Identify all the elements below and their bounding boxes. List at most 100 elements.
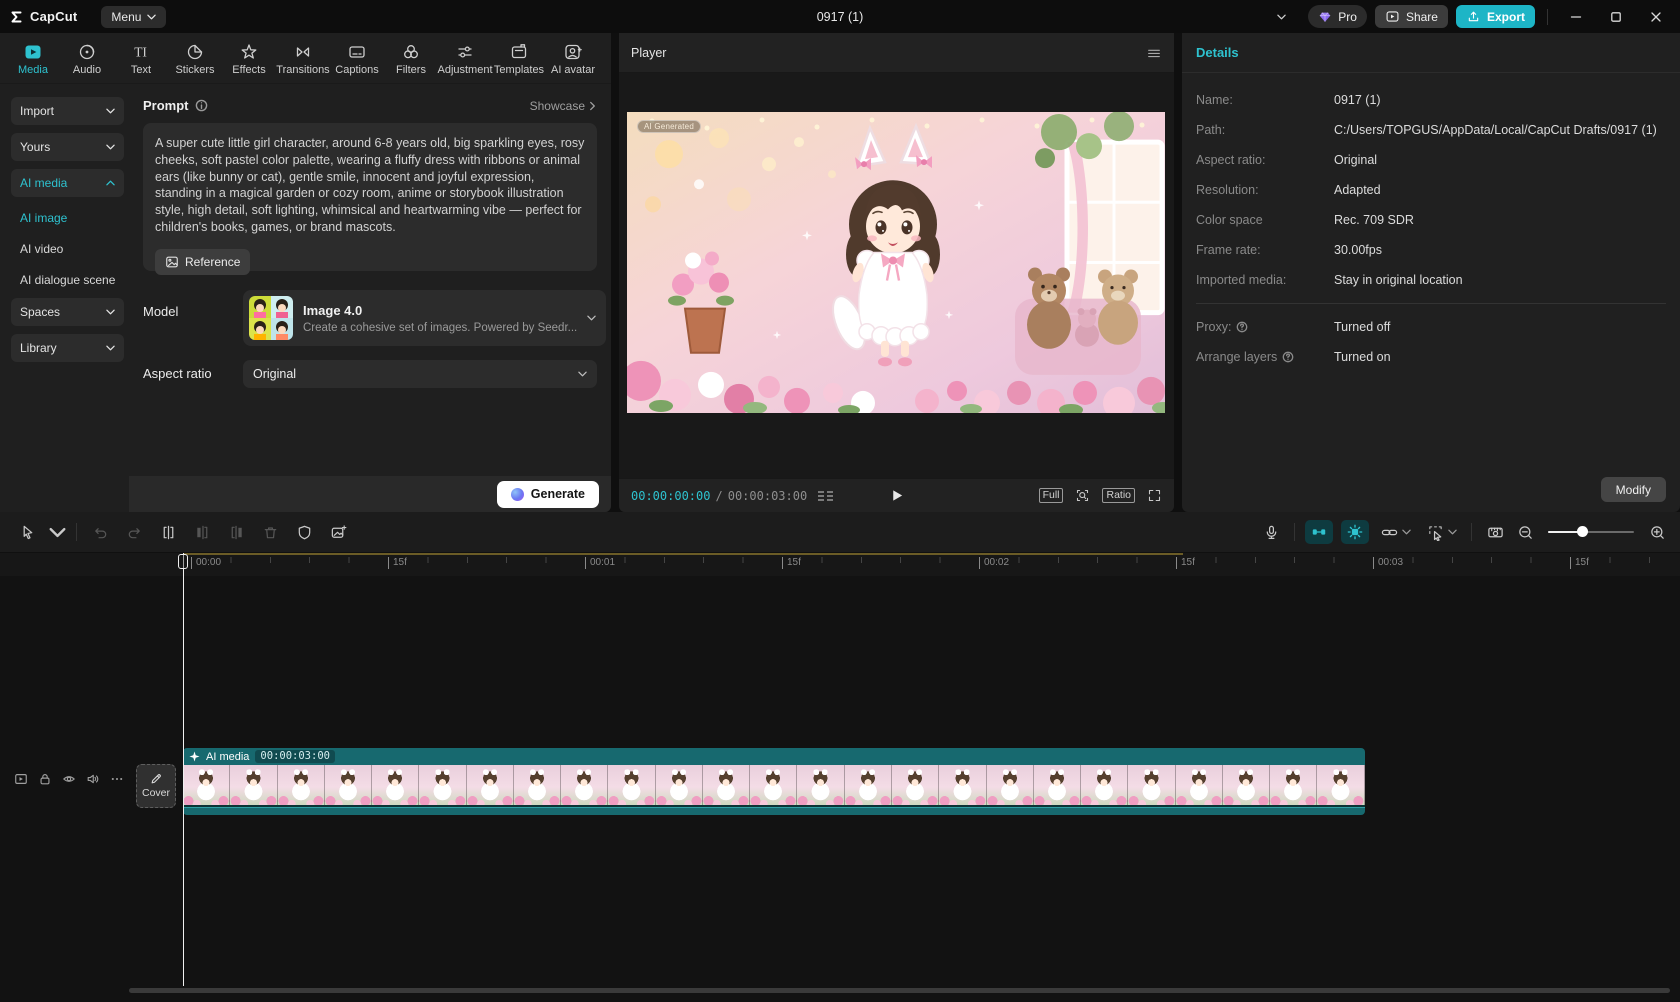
help-icon[interactable] [1236, 321, 1248, 333]
sidebar-item-ai-dialogue-scene[interactable]: AI dialogue scene [11, 267, 124, 292]
export-frame-button[interactable] [321, 524, 355, 541]
play-button[interactable] [889, 488, 904, 503]
workspace-panels: Media Audio TI Text [0, 33, 1680, 512]
cover-label: Cover [142, 787, 170, 799]
sidebar-item-ai-media[interactable]: AI media [11, 169, 124, 197]
clip-thumbnail [1034, 765, 1081, 805]
video-preview: AI Generated [627, 112, 1165, 413]
speaker-icon[interactable] [86, 772, 100, 786]
chevron-up-icon [106, 180, 115, 186]
maximize-button[interactable] [1600, 7, 1632, 27]
zoom-in-button[interactable] [1644, 524, 1670, 541]
sidebar-item-label: Library [20, 341, 57, 355]
tab-effects[interactable]: Effects [222, 40, 276, 76]
magnetic-timeline-toggle[interactable] [1305, 520, 1333, 544]
preview-axis-button[interactable] [1478, 524, 1512, 541]
clip-thumbnail [703, 765, 750, 805]
playhead-handle[interactable] [178, 554, 188, 569]
info-icon[interactable] [195, 99, 208, 112]
share-button[interactable]: Share [1375, 5, 1448, 28]
tab-stickers[interactable]: Stickers [168, 40, 222, 76]
ruler-label: 00:03 [1373, 557, 1403, 569]
sidebar-item-label: Spaces [20, 305, 60, 319]
player-menu-icon[interactable] [1146, 45, 1162, 61]
close-button[interactable] [1640, 7, 1672, 27]
generate-button[interactable]: Generate [497, 481, 599, 508]
auto-preview-toggle[interactable] [1341, 520, 1369, 544]
playhead-line[interactable] [183, 553, 184, 986]
tab-ai-avatar[interactable]: AI avatar [546, 40, 600, 76]
model-select[interactable]: Image 4.0 Create a cohesive set of image… [243, 290, 606, 346]
chevron-right-icon [590, 101, 596, 110]
help-icon[interactable] [1282, 351, 1294, 363]
clip-thumbnail [1081, 765, 1128, 805]
sidebar-item-spaces[interactable]: Spaces [11, 298, 124, 326]
tab-captions[interactable]: Captions [330, 40, 384, 76]
focus-zoom-icon[interactable] [1075, 488, 1090, 503]
ruler-label: 15f [782, 557, 801, 569]
selection-mode-button[interactable] [1427, 524, 1457, 541]
slider-handle[interactable] [1577, 526, 1588, 537]
timeline-ruler[interactable]: 00:00 15f 00:01 15f 00:02 15f 00:03 15f [0, 552, 1680, 576]
detail-row-imported-media: Imported media: Stay in original locatio… [1196, 265, 1666, 295]
link-clips-button[interactable] [1381, 524, 1411, 541]
panel-layout-button[interactable] [1296, 15, 1300, 19]
select-tool-button[interactable] [10, 524, 44, 541]
clip-duration: 00:00:03:00 [255, 750, 335, 763]
pro-button[interactable]: Pro [1308, 5, 1367, 28]
detail-label: Aspect ratio: [1196, 153, 1334, 167]
sidebar-item-ai-video[interactable]: AI video [11, 236, 124, 261]
tab-filters[interactable]: Filters [384, 40, 438, 76]
timeline-zoom-slider[interactable] [1548, 526, 1634, 538]
sidebar-item-ai-image[interactable]: AI image [11, 205, 124, 230]
menu-button[interactable]: Menu [101, 6, 166, 28]
generate-bar: Generate [129, 476, 611, 512]
ai-media-clip[interactable]: AI media 00:00:03:00 [183, 748, 1365, 815]
lock-icon[interactable] [38, 772, 52, 786]
ratio-button[interactable]: Ratio [1102, 488, 1135, 503]
tab-media[interactable]: Media [6, 40, 60, 76]
timeline-scrollbar[interactable] [129, 988, 1670, 993]
tab-transitions[interactable]: Transitions [276, 40, 330, 76]
cover-button[interactable]: Cover [136, 764, 176, 808]
fullscreen-icon[interactable] [1147, 488, 1162, 503]
export-button[interactable]: Export [1456, 5, 1535, 28]
aspect-ratio-select[interactable]: Original [243, 360, 597, 388]
prompt-label: Prompt [143, 98, 189, 113]
reference-button[interactable]: Reference [155, 249, 250, 275]
sidebar-item-yours[interactable]: Yours [11, 133, 124, 161]
detail-value: Turned on [1334, 350, 1666, 364]
track-type-icon[interactable] [14, 772, 28, 786]
more-options-icon[interactable] [110, 772, 124, 786]
undo-button[interactable] [83, 524, 117, 541]
tab-templates[interactable]: Templates [492, 40, 546, 76]
delete-right-button[interactable] [219, 524, 253, 541]
trash-icon [262, 524, 279, 541]
tab-audio[interactable]: Audio [60, 40, 114, 76]
showcase-link[interactable]: Showcase [530, 99, 597, 113]
voiceover-button[interactable] [1254, 524, 1288, 541]
delete-button[interactable] [253, 524, 287, 541]
mask-button[interactable] [287, 524, 321, 541]
scrollbar-handle[interactable] [129, 988, 1670, 993]
full-preview-button[interactable]: Full [1039, 488, 1064, 503]
select-tool-dropdown[interactable] [44, 524, 70, 541]
modify-button[interactable]: Modify [1601, 477, 1666, 502]
sidebar-item-library[interactable]: Library [11, 334, 124, 362]
ai-image-form: Prompt Showcase A super cute little girl… [129, 84, 611, 476]
tab-adjustment[interactable]: Adjustment [438, 40, 492, 76]
templates-icon [510, 43, 528, 61]
layout-toggle-button[interactable] [1272, 12, 1288, 22]
redo-button[interactable] [117, 524, 151, 541]
zoom-out-button[interactable] [1512, 524, 1538, 541]
app-name: CapCut [30, 9, 77, 24]
preview-quality-icon[interactable] [817, 489, 835, 503]
detail-value: Turned off [1334, 320, 1666, 334]
tab-text[interactable]: TI Text [114, 40, 168, 76]
minimize-button[interactable] [1560, 7, 1592, 27]
split-button[interactable] [151, 524, 185, 541]
eye-icon[interactable] [62, 772, 76, 786]
delete-left-button[interactable] [185, 524, 219, 541]
sidebar-item-import[interactable]: Import [11, 97, 124, 125]
prompt-input[interactable]: A super cute little girl character, arou… [143, 123, 597, 271]
